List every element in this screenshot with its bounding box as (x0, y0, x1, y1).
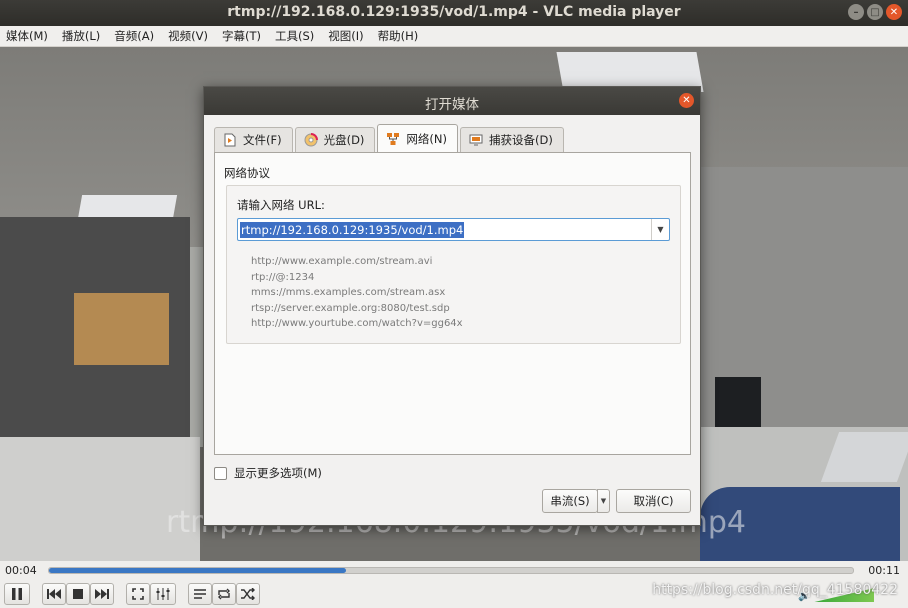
url-example: rtp://@:1234 (251, 271, 315, 283)
shuffle-icon (241, 588, 255, 600)
stream-button[interactable]: 串流(S) (542, 489, 598, 513)
stop-button[interactable] (66, 583, 90, 605)
pause-button[interactable] (4, 583, 30, 605)
stream-dropdown-icon[interactable]: ▼ (597, 489, 610, 513)
disc-icon (304, 133, 318, 147)
current-time: 00:04 (5, 564, 37, 577)
video-ceiling-light (77, 195, 178, 219)
total-time: 00:11 (868, 564, 900, 577)
more-options[interactable]: 显示更多选项(M) (214, 465, 322, 481)
menu-playback[interactable]: 播放(L) (62, 28, 100, 44)
tab-capture-device-label: 捕获设备(D) (489, 133, 553, 147)
network-tab-panel: 网络协议 请输入网络 URL: rtmp://192.168.0.129:193… (214, 152, 691, 455)
previous-icon (47, 589, 61, 599)
playlist-icon (194, 589, 206, 599)
file-icon (223, 133, 237, 147)
capture-device-icon (469, 133, 483, 147)
close-icon[interactable]: ✕ (886, 4, 902, 20)
seek-row: 00:04 00:11 (0, 561, 908, 580)
menubar: 媒体(M) 播放(L) 音频(A) 视频(V) 字幕(T) 工具(S) 视图(I… (0, 26, 908, 47)
menu-audio[interactable]: 音频(A) (114, 28, 154, 44)
window-controls: – □ ✕ (848, 4, 902, 20)
url-example: rtsp://server.example.org:8080/test.sdp (251, 302, 450, 314)
url-example: mms://mms.examples.com/stream.asx (251, 287, 446, 298)
menu-help[interactable]: 帮助(H) (378, 28, 419, 44)
url-example: http://www.example.com/stream.avi (251, 256, 433, 267)
open-media-dialog: 打开媒体 ✕ 文件(F) 光盘(D) 网络(N) 捕获设备(D) 网络协议 请输… (203, 86, 701, 526)
menu-media[interactable]: 媒体(M) (6, 28, 48, 44)
shuffle-button[interactable] (236, 583, 260, 605)
dialog-close-icon[interactable]: ✕ (679, 93, 694, 108)
more-options-checkbox[interactable] (214, 466, 227, 480)
url-example: http://www.yourtube.com/watch?v=gg64x (251, 318, 463, 329)
seek-slider[interactable] (48, 567, 854, 574)
tab-file-label: 文件(F) (243, 133, 282, 147)
url-label: 请输入网络 URL: (237, 198, 325, 212)
cancel-button[interactable]: 取消(C) (616, 489, 691, 513)
network-protocol-heading: 网络协议 (224, 166, 270, 180)
tab-network-label: 网络(N) (406, 131, 447, 146)
previous-button[interactable] (42, 583, 66, 605)
watermark: https://blog.csdn.net/qq_41580422 (652, 582, 898, 598)
seek-progress (49, 568, 347, 573)
tab-file[interactable]: 文件(F) (214, 127, 293, 152)
pause-icon (12, 588, 22, 600)
tab-capture-device[interactable]: 捕获设备(D) (460, 127, 564, 152)
more-options-label: 显示更多选项(M) (234, 466, 322, 480)
url-input-value[interactable]: rtmp://192.168.0.129:1935/vod/1.mp4 (240, 222, 465, 238)
dialog-titlebar: 打开媒体 ✕ (204, 87, 700, 115)
menu-video[interactable]: 视频(V) (168, 28, 208, 44)
window-title: rtmp://192.168.0.129:1935/vod/1.mp4 - VL… (227, 4, 681, 20)
minimize-icon[interactable]: – (848, 4, 864, 20)
dialog-tabs: 文件(F) 光盘(D) 网络(N) 捕获设备(D) (214, 124, 566, 152)
video-cabinet (0, 437, 200, 561)
playlist-button[interactable] (188, 583, 212, 605)
tab-disc[interactable]: 光盘(D) (294, 127, 376, 152)
window-titlebar: rtmp://192.168.0.129:1935/vod/1.mp4 - VL… (0, 0, 908, 26)
menu-view[interactable]: 视图(I) (328, 28, 363, 44)
url-examples: http://www.example.com/stream.avi rtp://… (251, 254, 463, 332)
chevron-down-icon[interactable]: ▼ (651, 219, 669, 240)
maximize-icon[interactable]: □ (867, 4, 883, 20)
menu-tools[interactable]: 工具(S) (275, 28, 314, 44)
stop-icon (73, 589, 83, 599)
loop-button[interactable] (212, 583, 236, 605)
network-protocol-group: 请输入网络 URL: rtmp://192.168.0.129:1935/vod… (226, 185, 681, 344)
playback-controls: 🔈 https://blog.csdn.net/qq_41580422 (0, 580, 908, 608)
menu-subtitle[interactable]: 字幕(T) (222, 28, 261, 44)
loop-icon (218, 588, 230, 600)
fullscreen-icon (132, 588, 144, 600)
dialog-title: 打开媒体 (425, 97, 479, 113)
fullscreen-button[interactable] (126, 583, 150, 605)
next-icon (95, 589, 109, 599)
network-icon (386, 132, 400, 146)
extended-settings-button[interactable] (150, 583, 176, 605)
tab-network[interactable]: 网络(N) (377, 124, 458, 152)
video-box (74, 293, 169, 365)
next-button[interactable] (90, 583, 114, 605)
tab-disc-label: 光盘(D) (323, 133, 365, 147)
equalizer-icon (156, 588, 170, 600)
url-input[interactable]: rtmp://192.168.0.129:1935/vod/1.mp4 ▼ (237, 218, 670, 241)
